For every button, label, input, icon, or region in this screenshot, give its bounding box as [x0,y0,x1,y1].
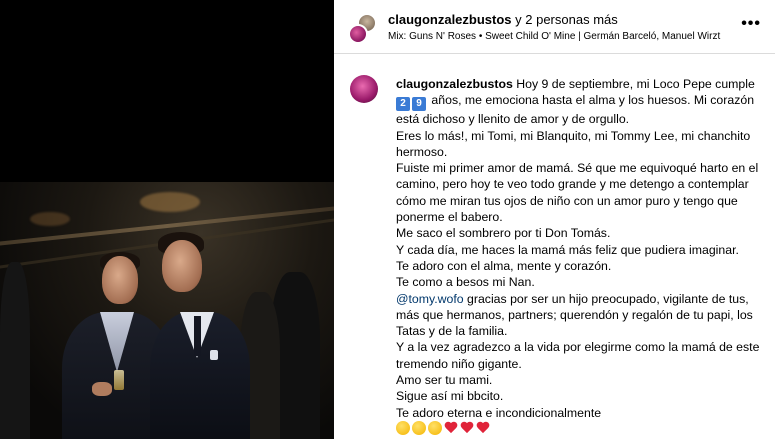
author-avatar [348,24,368,44]
audio-track[interactable]: Mix: Guns N' Roses • Sweet Child O' Mine… [388,31,736,42]
post-media[interactable] [0,0,334,439]
post-photo [0,182,334,439]
more-horizontal-icon[interactable]: ••• [741,16,761,32]
caption-line: Te adoro con el alma, mente y corazón. [396,258,612,273]
caption-line: Te como a besos mi Nan. [396,275,535,290]
caption-line: Hoy 9 de septiembre, mi Loco Pepe cumple [516,77,755,91]
caption-line: Sigue así mi bbcito. [396,389,504,404]
caption-line: Me saco el sombrero por ti Don Tomás. [396,226,611,241]
caption-line: años, me emociona hasta el alma y los hu… [396,93,755,127]
keycap-9-icon: 9 [412,97,426,112]
smiling-hearts-emoji [428,420,442,435]
post-header: claugonzalezbustos y 2 personas más Mix:… [334,0,775,54]
emoji-row [396,420,764,438]
kiss-emoji [412,420,426,435]
caption-line: Amo ser tu mami. [396,373,493,388]
collab-avatars[interactable] [348,14,378,44]
caption-line: Te adoro eterna e incondicionalmente [396,405,602,420]
keycap-2-icon: 2 [396,97,410,112]
caption-author-avatar[interactable] [350,75,378,103]
red-heart-emoji [444,422,458,435]
author-username[interactable]: claugonzalezbustos [388,12,512,27]
person-right [150,232,250,439]
post-details-panel: claugonzalezbustos y 2 personas más Mix:… [334,0,775,439]
caption-username[interactable]: claugonzalezbustos [396,77,513,91]
caption-line: Fuiste mi primer amor de mamá. Sé que me… [396,161,759,225]
caption-line: Y cada día, me haces la mamá más feliz q… [396,242,739,257]
caption-line: Eres lo más!, mi Tomi, mi Blanquito, mi … [396,128,751,159]
caption-text: claugonzalezbustos Hoy 9 de septiembre, … [396,76,764,438]
mention-link[interactable]: @tomy.wofo [396,292,464,306]
two-hearts-emoji [460,422,474,435]
post-authors: claugonzalezbustos y 2 personas más [388,12,618,27]
heart-eyes-emoji [396,420,410,435]
caption-line: Y a la vez agradezco a la vida por elegi… [396,340,760,371]
collaborators-text[interactable]: y 2 personas más [512,12,618,27]
broken-heart-emoji [476,422,490,435]
